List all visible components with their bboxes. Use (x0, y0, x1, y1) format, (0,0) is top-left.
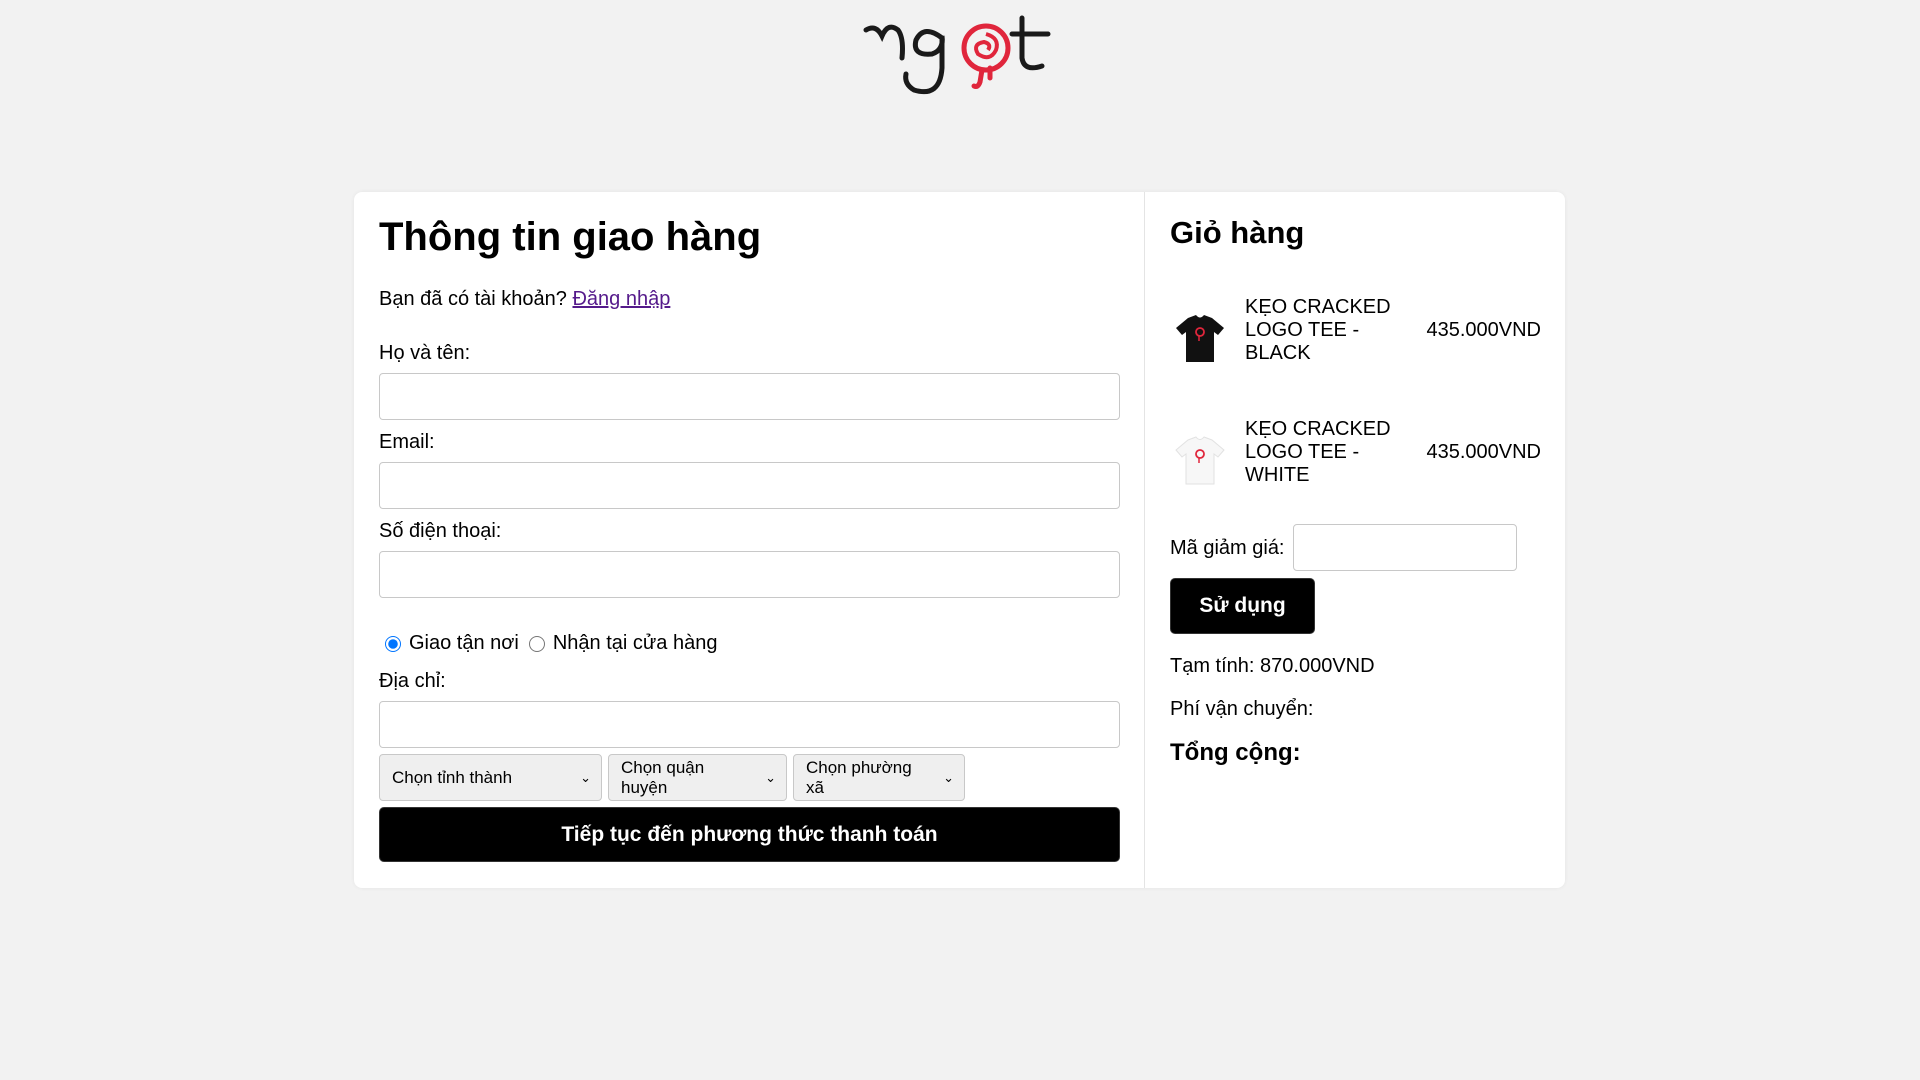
address-input[interactable] (379, 701, 1120, 748)
home-delivery-label: Giao tận nơi (409, 632, 519, 654)
cart-item-name: KẸO CRACKED LOGO TEE - WHITE (1245, 418, 1391, 486)
coupon-input[interactable] (1293, 524, 1517, 571)
cart-item-price: 435.000VND (1426, 441, 1541, 463)
delivery-option-store[interactable]: Nhận tại cửa hàng (523, 632, 718, 655)
page-title: Thông tin giao hàng (379, 215, 762, 259)
tshirt-white-thumbnail (1175, 436, 1225, 485)
subtotal-text: Tạm tính: 870.000VND (1170, 655, 1375, 677)
phone-label: Số điện thoại: (379, 520, 502, 542)
chevron-down-icon: ⌄ (943, 769, 954, 785)
home-delivery-radio[interactable] (385, 635, 401, 652)
delivery-option-home[interactable]: Giao tận nơi (379, 632, 519, 655)
chevron-down-icon: ⌄ (765, 769, 776, 785)
cart-panel: Giỏ hàng KẸO CRACKED LOGO TEE - BLACK 43… (1145, 192, 1565, 888)
ward-select[interactable]: Chọn phường xã ⌄ (793, 754, 965, 801)
address-label: Địa chỉ: (379, 670, 446, 692)
tshirt-black-thumbnail (1176, 315, 1224, 362)
ward-select-value: Chọn phường xã (806, 757, 912, 797)
continue-to-payment-button[interactable]: Tiếp tục đến phương thức thanh toán (379, 807, 1120, 862)
shipping-info-panel: Thông tin giao hàng Bạn đã có tài khoản?… (354, 192, 1145, 888)
apply-coupon-button[interactable]: Sử dụng (1170, 578, 1315, 634)
phone-input[interactable] (379, 551, 1120, 598)
store-pickup-label: Nhận tại cửa hàng (552, 632, 718, 654)
delivery-method-group: Giao tận nơi Nhận tại cửa hàng (379, 632, 721, 655)
location-selects: Chọn tỉnh thành ⌄ Chọn quận huyện ⌄ Chọn… (379, 754, 965, 801)
cart-title: Giỏ hàng (1170, 215, 1305, 250)
email-input[interactable] (379, 462, 1120, 509)
login-link[interactable]: Đăng nhập (572, 288, 670, 310)
email-label: Email: (379, 431, 435, 453)
login-prompt-text: Bạn đã có tài khoản? (379, 288, 567, 310)
coupon-label: Mã giảm giá: (1170, 537, 1285, 559)
checkout-card: Thông tin giao hàng Bạn đã có tài khoản?… (354, 192, 1565, 888)
ngot-logo-icon (863, 15, 1051, 95)
province-select[interactable]: Chọn tỉnh thành ⌄ (379, 754, 602, 801)
province-select-value: Chọn tỉnh thành (392, 767, 513, 787)
login-prompt: Bạn đã có tài khoản? Đăng nhập (379, 288, 670, 311)
cart-item-name: KẸO CRACKED LOGO TEE - BLACK (1245, 296, 1391, 364)
fullname-label: Họ và tên: (379, 342, 471, 364)
shipping-fee-text: Phí vận chuyển: (1170, 698, 1314, 720)
fullname-input[interactable] (379, 373, 1120, 420)
total-text: Tổng cộng: (1170, 739, 1301, 766)
district-select-value: Chọn quận huyện (621, 757, 705, 797)
cart-item: KẸO CRACKED LOGO TEE - WHITE 435.000VND (1170, 414, 1541, 494)
brand-logo[interactable] (862, 8, 1058, 102)
cart-item-price: 435.000VND (1426, 319, 1541, 341)
store-pickup-radio[interactable] (528, 635, 545, 652)
cart-item: KẸO CRACKED LOGO TEE - BLACK 435.000VND (1170, 292, 1541, 372)
district-select[interactable]: Chọn quận huyện ⌄ (608, 754, 787, 801)
chevron-down-icon: ⌄ (580, 769, 591, 785)
